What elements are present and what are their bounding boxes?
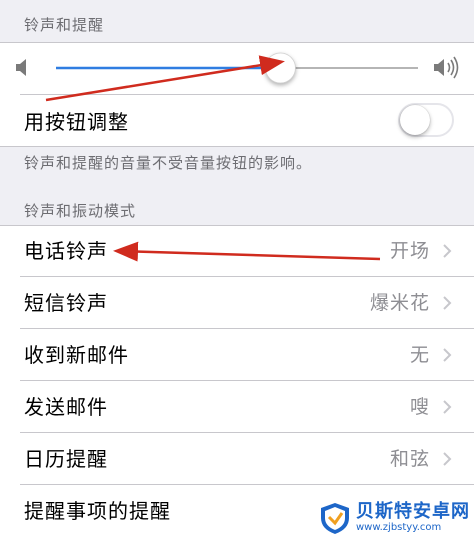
change-with-buttons-label: 用按钮调整 xyxy=(24,110,129,134)
list-item-label: 电话铃声 xyxy=(24,239,108,263)
chevron-right-icon xyxy=(443,244,452,258)
sounds-card: 电话铃声 开场 短信铃声 爆米花 收到新邮件 无 发送邮件 嗖 日历提醒 和弦 … xyxy=(0,225,474,537)
list-item-value: 和弦 xyxy=(389,448,430,470)
change-with-buttons-toggle[interactable] xyxy=(398,103,454,137)
chevron-right-icon xyxy=(443,348,452,362)
list-item-label: 提醒事项的提醒 xyxy=(24,499,171,523)
list-item-value: 嗖 xyxy=(409,396,430,418)
volume-slider-row xyxy=(0,42,474,94)
toggle-knob xyxy=(400,105,430,135)
list-item-label: 短信铃声 xyxy=(24,291,108,315)
ringer-footer-note: 铃声和提醒的音量不受音量按钮的影响。 xyxy=(24,154,313,172)
sounds-section-header: 铃声和振动模式 xyxy=(24,202,137,220)
watermark-title: 贝斯特安卓网 xyxy=(356,501,470,522)
watermark-url: www.zjbstyy.com xyxy=(356,522,442,533)
list-item-label: 日历提醒 xyxy=(24,447,108,471)
divider xyxy=(0,146,474,147)
volume-low-icon xyxy=(16,59,26,76)
chevron-right-icon xyxy=(443,400,452,414)
volume-slider[interactable] xyxy=(0,42,474,94)
list-item-label: 收到新邮件 xyxy=(24,343,129,367)
chevron-right-icon xyxy=(443,452,452,466)
list-item-value: 开场 xyxy=(389,240,430,262)
ringer-card: 用按钮调整 xyxy=(0,42,474,147)
list-item-calendar-alerts[interactable]: 日历提醒 和弦 xyxy=(0,433,474,485)
list-item-sent-mail[interactable]: 发送邮件 嗖 xyxy=(0,381,474,433)
list-item-label: 发送邮件 xyxy=(24,395,108,419)
ringer-section-header: 铃声和提醒 xyxy=(24,16,105,34)
slider-knob[interactable] xyxy=(265,52,296,84)
list-item-text-tone[interactable]: 短信铃声 爆米花 xyxy=(0,277,474,329)
list-item-value: 爆米花 xyxy=(369,292,430,314)
shield-logo-icon xyxy=(321,503,349,534)
list-item-ringtone[interactable]: 电话铃声 开场 xyxy=(0,225,474,277)
chevron-right-icon xyxy=(443,296,452,310)
list-item-new-mail[interactable]: 收到新邮件 无 xyxy=(0,329,474,381)
list-item-value: 无 xyxy=(409,344,430,366)
volume-high-icon xyxy=(434,56,459,79)
watermark: 贝斯特安卓网 www.zjbstyy.com xyxy=(318,501,470,535)
